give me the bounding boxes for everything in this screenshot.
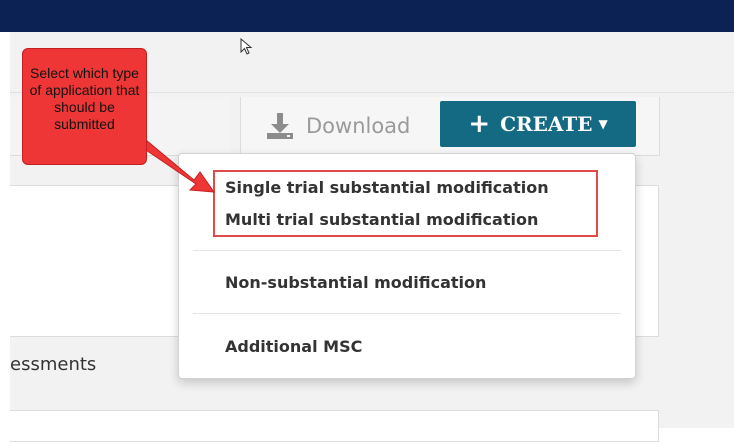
download-label: Download: [306, 114, 411, 138]
assessments-section-label: essments: [10, 354, 97, 375]
menu-item-non-substantial-modification[interactable]: Non-substantial modification: [225, 273, 486, 292]
download-button[interactable]: Download: [258, 106, 418, 146]
annotation-highlight-box: [213, 170, 598, 237]
create-button[interactable]: + CREATE ▼: [440, 101, 636, 147]
top-bar: [0, 0, 734, 32]
bottom-card: [10, 410, 659, 442]
caret-down-icon: ▼: [598, 117, 608, 131]
mouse-pointer-icon: [240, 38, 253, 55]
download-icon: [267, 113, 293, 139]
annotation-arrow: [138, 140, 216, 193]
create-label: CREATE: [500, 112, 593, 136]
menu-divider: [193, 313, 621, 314]
menu-divider: [193, 250, 621, 251]
annotation-callout: Select which type of application that sh…: [22, 48, 147, 165]
plus-icon: +: [468, 109, 491, 139]
menu-item-additional-msc[interactable]: Additional MSC: [225, 337, 362, 356]
